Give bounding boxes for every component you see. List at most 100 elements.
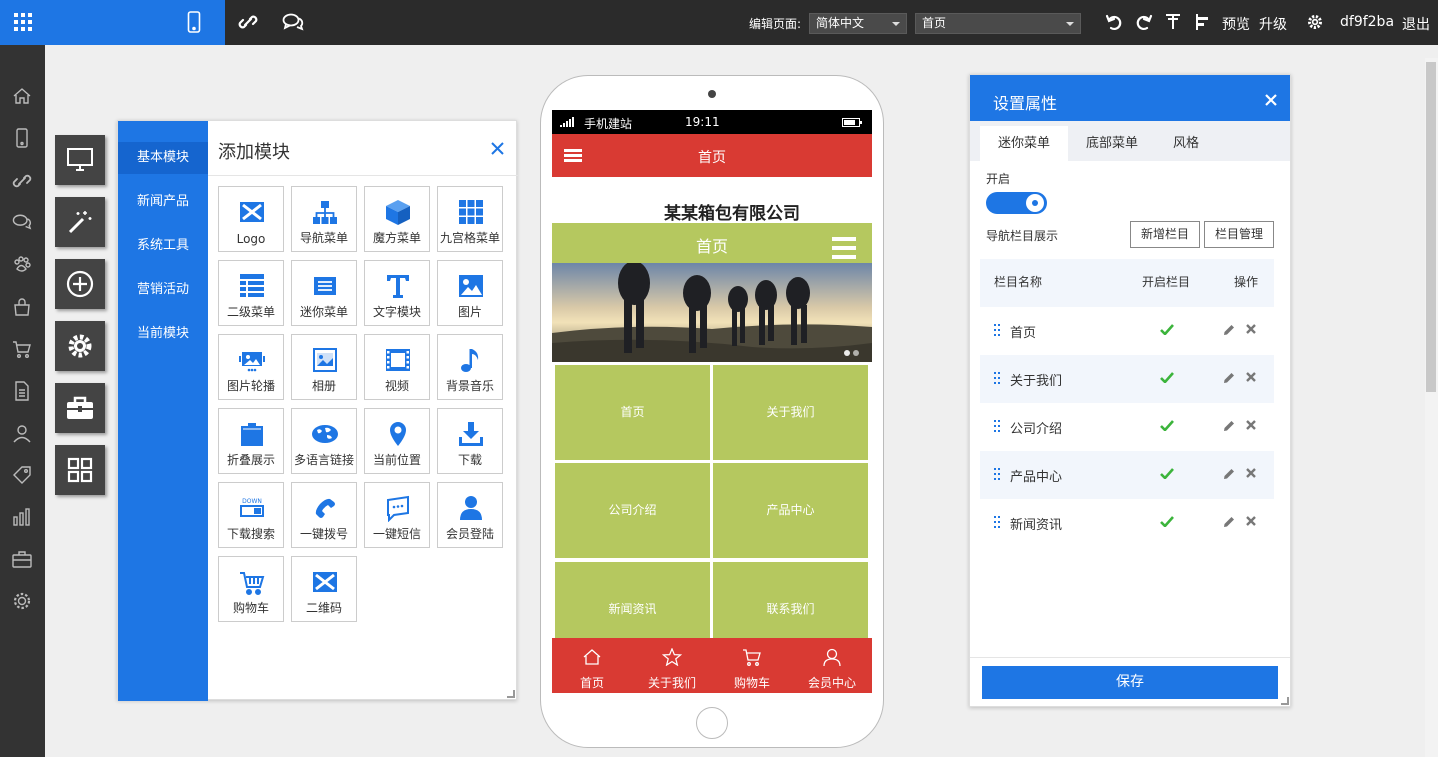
bottom-nav-about[interactable]: 关于我们 <box>632 638 712 693</box>
module-grid-menu[interactable]: 九宫格菜单 <box>437 186 503 252</box>
paw-icon[interactable] <box>12 255 32 275</box>
link-icon[interactable] <box>238 12 258 32</box>
table-row[interactable]: 产品中心 <box>980 451 1274 499</box>
mobile-icon[interactable] <box>187 11 201 33</box>
pencil-icon[interactable] <box>1223 372 1235 384</box>
delete-icon[interactable] <box>1246 420 1256 430</box>
check-icon[interactable] <box>1160 468 1174 479</box>
chat-icon[interactable] <box>282 12 304 32</box>
delete-icon[interactable] <box>1246 372 1256 382</box>
chat-icon[interactable] <box>12 213 32 231</box>
module-mini-menu[interactable]: 迷你菜单 <box>291 260 357 326</box>
module-accordion[interactable]: 折叠展示 <box>218 408 284 474</box>
grid-cell[interactable]: 公司介绍 <box>555 463 710 558</box>
grid-cell[interactable]: 产品中心 <box>713 463 868 558</box>
table-row[interactable]: 首页 <box>980 307 1274 355</box>
module-text[interactable]: 文字模块 <box>364 260 430 326</box>
tab-bottom-menu[interactable]: 底部菜单 <box>1070 126 1154 161</box>
grid-cell[interactable]: 首页 <box>555 365 710 460</box>
settings-icon[interactable] <box>12 591 32 611</box>
briefcase-icon[interactable] <box>12 549 32 569</box>
redo-icon[interactable] <box>1135 13 1153 31</box>
close-icon[interactable] <box>1265 94 1277 106</box>
cart-icon[interactable] <box>12 339 32 359</box>
toolbox-button[interactable] <box>55 383 105 433</box>
preview-link[interactable]: 预览 <box>1222 14 1250 34</box>
page-select[interactable]: 首页 <box>915 13 1081 34</box>
apps-menu-button[interactable] <box>0 0 225 45</box>
drag-handle-icon[interactable] <box>994 372 1002 384</box>
module-image[interactable]: 图片 <box>437 260 503 326</box>
module-album[interactable]: 相册 <box>291 334 357 400</box>
drag-handle-icon[interactable] <box>994 420 1002 432</box>
check-icon[interactable] <box>1160 324 1174 335</box>
undo-icon[interactable] <box>1105 13 1123 31</box>
add-column-button[interactable]: 新增栏目 <box>1130 221 1200 248</box>
category-news-products[interactable]: 新闻产品 <box>118 186 208 218</box>
gear-icon[interactable] <box>1307 14 1323 30</box>
bottom-nav-member[interactable]: 会员中心 <box>792 638 872 693</box>
check-icon[interactable] <box>1160 372 1174 383</box>
language-select[interactable]: 简体中文 <box>809 13 907 34</box>
module-cart[interactable]: 购物车 <box>218 556 284 622</box>
module-logo[interactable]: Logo <box>218 186 284 252</box>
home-icon[interactable] <box>12 87 32 105</box>
enable-toggle[interactable] <box>986 192 1047 214</box>
category-system-tools[interactable]: 系统工具 <box>118 230 208 262</box>
logout-link[interactable]: 退出 <box>1402 14 1430 34</box>
module-carousel[interactable]: 图片轮播 <box>218 334 284 400</box>
module-nav-menu[interactable]: 导航菜单 <box>291 186 357 252</box>
check-icon[interactable] <box>1160 516 1174 527</box>
manage-columns-button[interactable]: 栏目管理 <box>1204 221 1274 248</box>
link-icon[interactable] <box>12 171 32 191</box>
save-button[interactable]: 保存 <box>982 666 1278 699</box>
pencil-icon[interactable] <box>1223 516 1235 528</box>
module-language-links[interactable]: 多语言链接 <box>291 408 357 474</box>
drag-handle-icon[interactable] <box>994 468 1002 480</box>
check-icon[interactable] <box>1160 420 1174 431</box>
mobile-icon[interactable] <box>12 128 32 148</box>
module-bg-music[interactable]: 背景音乐 <box>437 334 503 400</box>
bag-icon[interactable] <box>12 297 32 317</box>
layout-button[interactable] <box>55 445 105 495</box>
align-left-icon[interactable] <box>1195 13 1213 31</box>
user-icon[interactable] <box>12 423 32 443</box>
align-top-icon[interactable] <box>1164 13 1182 31</box>
category-marketing[interactable]: 营销活动 <box>118 274 208 306</box>
hamburger-icon[interactable] <box>832 237 856 259</box>
grid-cell[interactable]: 关于我们 <box>713 365 868 460</box>
drag-handle-icon[interactable] <box>994 516 1002 528</box>
pencil-icon[interactable] <box>1223 324 1235 336</box>
bottom-nav-home[interactable]: 首页 <box>552 638 632 693</box>
close-icon[interactable] <box>491 142 504 155</box>
banner-image[interactable] <box>552 263 872 362</box>
module-current-location[interactable]: 当前位置 <box>364 408 430 474</box>
category-current[interactable]: 当前模块 <box>118 318 208 350</box>
page-scrollbar[interactable] <box>1425 58 1438 757</box>
module-cube-menu[interactable]: 魔方菜单 <box>364 186 430 252</box>
delete-icon[interactable] <box>1246 516 1256 526</box>
username[interactable]: df9f2ba <box>1340 14 1394 30</box>
module-qrcode[interactable]: 二维码 <box>291 556 357 622</box>
tab-mini-menu[interactable]: 迷你菜单 <box>980 126 1068 161</box>
magic-wand-button[interactable] <box>55 197 105 247</box>
category-basic[interactable]: 基本模块 <box>118 142 208 174</box>
module-download-search[interactable]: DOWN 下载搜索 <box>218 482 284 548</box>
table-row[interactable]: 公司介绍 <box>980 403 1274 451</box>
tab-style[interactable]: 风格 <box>1156 126 1216 161</box>
pencil-icon[interactable] <box>1223 420 1235 432</box>
module-video[interactable]: 视频 <box>364 334 430 400</box>
tag-icon[interactable] <box>12 465 32 485</box>
add-module-button[interactable] <box>55 259 105 309</box>
module-sms[interactable]: 一键短信 <box>364 482 430 548</box>
delete-icon[interactable] <box>1246 324 1256 334</box>
module-download[interactable]: 下载 <box>437 408 503 474</box>
module-sub-menu[interactable]: 二级菜单 <box>218 260 284 326</box>
resize-handle[interactable] <box>1281 697 1289 705</box>
upgrade-link[interactable]: 升级 <box>1259 14 1287 34</box>
document-icon[interactable] <box>12 381 32 401</box>
pencil-icon[interactable] <box>1223 468 1235 480</box>
bar-chart-icon[interactable] <box>12 507 32 527</box>
module-call[interactable]: 一键拨号 <box>291 482 357 548</box>
table-row[interactable]: 关于我们 <box>980 355 1274 403</box>
